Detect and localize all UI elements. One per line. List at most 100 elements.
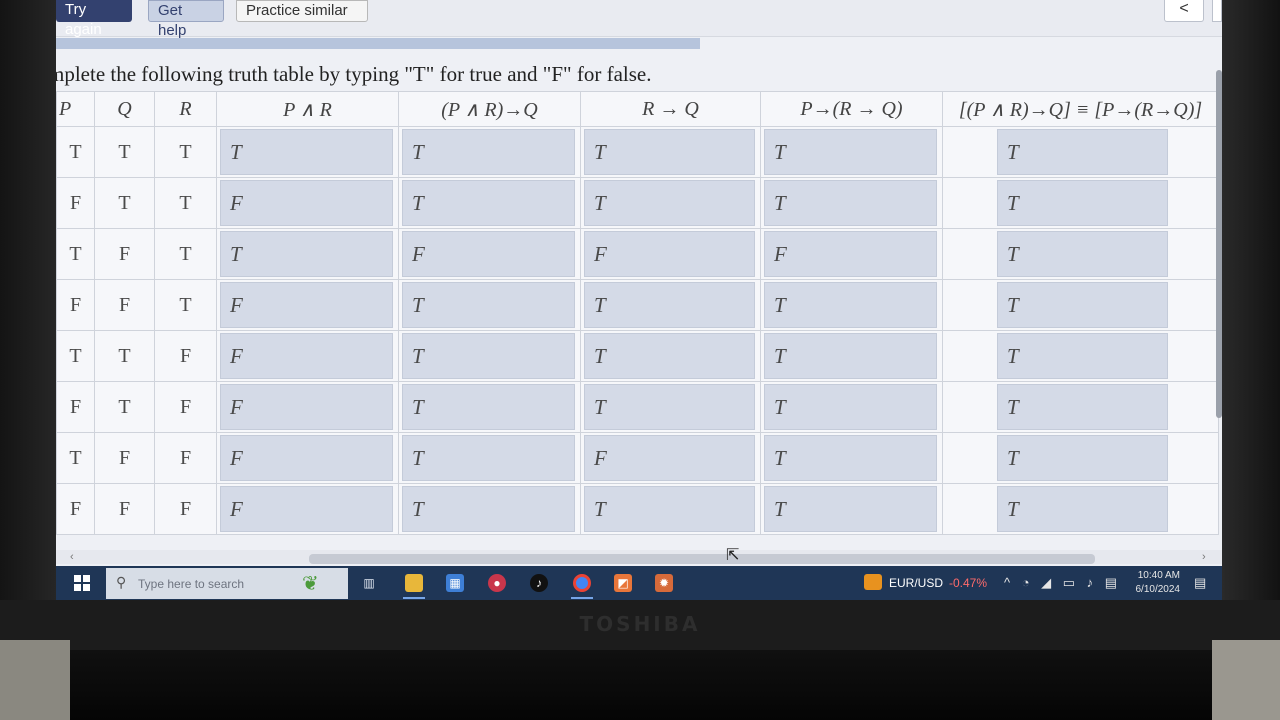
answer-input[interactable]: T	[764, 282, 937, 328]
tiktok-icon[interactable]: ♪	[530, 574, 548, 592]
q-value: T	[94, 330, 155, 382]
answer-input[interactable]: T	[220, 231, 393, 277]
answer-input[interactable]: T	[584, 486, 755, 532]
table-row: F F F F T T T T	[56, 483, 1219, 535]
p-value: T	[56, 330, 95, 382]
answer-input[interactable]: T	[402, 180, 575, 226]
scroll-left-icon[interactable]: ‹	[70, 551, 74, 563]
answer-input[interactable]: F	[220, 282, 393, 328]
answer-input[interactable]: T	[997, 282, 1168, 328]
clock-time: 10:40 AM	[1137, 570, 1180, 581]
q-value: F	[94, 432, 155, 484]
table-row: T F T T F F F T	[56, 228, 1219, 280]
answer-input[interactable]: T	[764, 384, 937, 430]
answer-input[interactable]: T	[402, 486, 575, 532]
question-toolbar: Try again Get help Practice similar <	[56, 0, 1222, 39]
answer-input[interactable]: F	[402, 231, 575, 277]
answer-input[interactable]: T	[402, 129, 575, 175]
column-header: P→(R → Q)	[760, 91, 943, 127]
vertical-scrollbar[interactable]	[1216, 70, 1222, 418]
answer-input[interactable]: T	[997, 486, 1168, 532]
answer-input[interactable]: T	[997, 129, 1168, 175]
r-value: T	[154, 126, 217, 178]
answer-input[interactable]: F	[220, 180, 393, 226]
answer-input[interactable]: F	[584, 231, 755, 277]
answer-input[interactable]: T	[584, 129, 755, 175]
q-value: F	[94, 279, 155, 331]
get-help-button[interactable]: Get help	[148, 0, 224, 39]
store-icon[interactable]: ▦	[446, 574, 464, 592]
p-value: F	[56, 177, 95, 229]
screen: Try again Get help Practice similar < mp…	[56, 0, 1222, 600]
answer-input[interactable]: T	[402, 435, 575, 481]
answer-input[interactable]: T	[220, 129, 393, 175]
app-orange-icon[interactable]: ◩	[614, 574, 632, 592]
answer-input[interactable]: T	[997, 384, 1168, 430]
answer-input[interactable]: T	[402, 384, 575, 430]
camera-icon[interactable]: ●	[488, 574, 506, 592]
answer-input[interactable]: F	[220, 384, 393, 430]
notification-center-icon[interactable]: ▤	[1194, 575, 1206, 591]
answer-input[interactable]: F	[584, 435, 755, 481]
settings-icon[interactable]: ✹	[655, 574, 673, 592]
table-row: T T F F T T T T	[56, 330, 1219, 382]
answer-input[interactable]: T	[764, 333, 937, 379]
answer-input[interactable]: T	[997, 333, 1168, 379]
answer-input[interactable]: T	[584, 333, 755, 379]
forex-change-value: -0.47%	[949, 576, 988, 590]
answer-input[interactable]: T	[764, 435, 937, 481]
answer-input[interactable]: T	[402, 282, 575, 328]
column-header: R → Q	[580, 91, 761, 127]
search-placeholder: Type here to search	[138, 577, 245, 591]
answer-input[interactable]: T	[764, 486, 937, 532]
mouse-cursor-icon: ⇱	[726, 547, 740, 564]
taskbar-clock[interactable]: 10:40 AM 6/10/2024	[1130, 569, 1181, 597]
try-again-button[interactable]: Try again	[56, 0, 132, 38]
windows-start-icon[interactable]	[74, 575, 90, 591]
answer-input[interactable]: T	[584, 282, 755, 328]
answer-input[interactable]: F	[220, 435, 393, 481]
active-app-indicator	[571, 597, 593, 599]
windows-taskbar: ⚲ Type here to search ❦ ▥ ▦ ● ♪ ◩ ✹ EUR/…	[56, 566, 1222, 600]
answer-input[interactable]: T	[997, 180, 1168, 226]
q-value: T	[94, 126, 155, 178]
scroll-right-icon[interactable]: ›	[1202, 551, 1206, 563]
answer-input[interactable]: T	[997, 231, 1168, 277]
table-row: T F F F T F T T	[56, 432, 1219, 484]
r-value: F	[154, 330, 217, 382]
screen-bezel-left	[0, 0, 56, 620]
clock-date: 6/10/2024	[1135, 584, 1181, 595]
chrome-icon[interactable]	[573, 574, 591, 592]
answer-input[interactable]: T	[764, 180, 937, 226]
table-header-row: P Q R P ∧ R (P ∧ R)→Q R → Q P→(R → Q) [(…	[56, 91, 1219, 127]
system-tray-icons[interactable]: ^ ◔ ◢ ▭ ♪ ▤	[1004, 575, 1121, 591]
previous-question-button[interactable]: <	[1164, 0, 1204, 22]
column-header: [(P ∧ R)→Q] ≡ [P→(R→Q)]	[942, 91, 1219, 127]
r-value: T	[154, 177, 217, 229]
forex-pair-label[interactable]: EUR/USD	[889, 576, 943, 590]
column-header: (P ∧ R)→Q	[398, 91, 581, 127]
horizontal-scrollbar-thumb[interactable]	[309, 554, 1095, 564]
p-value: F	[56, 483, 95, 535]
taskbar-search-box[interactable]: ⚲ Type here to search ❦	[106, 568, 348, 599]
desk-surface-right	[1212, 640, 1280, 720]
answer-input[interactable]: T	[402, 333, 575, 379]
r-value: F	[154, 432, 217, 484]
answer-input[interactable]: F	[220, 486, 393, 532]
answer-input[interactable]: T	[584, 384, 755, 430]
p-value: T	[56, 432, 95, 484]
q-value: F	[94, 483, 155, 535]
practice-similar-button[interactable]: Practice similar	[236, 0, 368, 22]
answer-input[interactable]: F	[764, 231, 937, 277]
forex-widget-icon[interactable]	[864, 574, 882, 590]
answer-input[interactable]: T	[997, 435, 1168, 481]
file-explorer-icon[interactable]	[405, 574, 423, 592]
laptop-base	[0, 650, 1280, 720]
task-view-icon[interactable]: ▥	[360, 574, 378, 592]
p-value: F	[56, 381, 95, 433]
answer-input[interactable]: F	[220, 333, 393, 379]
next-question-button[interactable]	[1212, 0, 1222, 22]
answer-input[interactable]: T	[584, 180, 755, 226]
truth-table: P Q R P ∧ R (P ∧ R)→Q R → Q P→(R → Q) [(…	[56, 91, 1219, 535]
answer-input[interactable]: T	[764, 129, 937, 175]
